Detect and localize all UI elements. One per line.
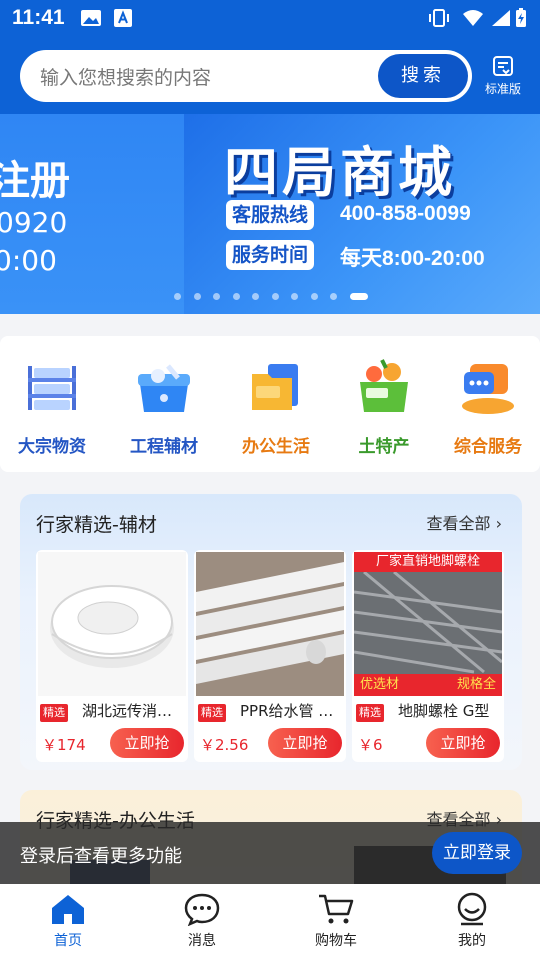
carousel-dot[interactable]	[271, 293, 279, 300]
hours-label: 服务时间	[226, 240, 315, 270]
category-label: 土特产	[358, 437, 410, 457]
banner-brand: 四局商城	[224, 141, 456, 204]
category-label: 大宗物资	[18, 437, 86, 457]
signal-icon	[492, 10, 510, 26]
banner-prev-slide: 注册 0920 0:00	[0, 114, 184, 314]
carousel-dot[interactable]	[349, 293, 368, 300]
nav-item-profile[interactable]: 我的	[432, 892, 512, 950]
view-all-link[interactable]: 查看全部 ›	[426, 510, 502, 534]
chevron-right-icon: ›	[495, 514, 502, 533]
hotline-label: 客服热线	[226, 200, 315, 230]
product-price: ￥174	[42, 736, 86, 754]
product-price: ￥6	[358, 736, 383, 754]
hotline-value: 400-858-0099	[340, 202, 471, 225]
search-bar[interactable]: 输入您想搜索的内容 搜索	[20, 50, 472, 102]
carousel-dot[interactable]	[310, 293, 318, 300]
product-name: 地脚螺栓 G型	[398, 702, 490, 720]
image-banner-bottom: 优选材 规格全	[354, 674, 502, 696]
category-label: 工程辅材	[130, 437, 198, 457]
product-image-anchor-bolt: 厂家直销地脚螺栓 优选材 规格全	[354, 552, 502, 696]
gallery-icon	[81, 10, 101, 26]
section-featured-materials: 行家精选-辅材 查看全部 › 精选 湖北远传消防水带 ￥174 立即抢 精选 P…	[20, 494, 522, 770]
carousel-dot[interactable]	[213, 293, 220, 300]
message-icon	[184, 893, 220, 926]
category-label: 综合服务	[454, 437, 522, 457]
carousel-dot[interactable]	[330, 293, 337, 300]
header: 输入您想搜索的内容 搜索 标准版	[0, 36, 540, 114]
nav-label: 购物车	[315, 933, 357, 949]
standard-version-button[interactable]: 标准版	[480, 54, 526, 100]
login-prompt-message: 登录后查看更多功能	[20, 846, 182, 867]
toolbox-icon	[138, 364, 190, 412]
home-icon	[52, 895, 84, 924]
product-name: 湖北远传消防水带	[82, 702, 184, 720]
profile-icon	[457, 892, 487, 926]
cart-icon	[319, 894, 354, 924]
login-prompt-bar: 登录后查看更多功能 立即登录	[0, 822, 540, 884]
standard-version-label: 标准版	[484, 82, 521, 96]
section-title: 行家精选-辅材	[36, 514, 157, 536]
featured-tag: 精选	[356, 704, 384, 722]
nav-label: 我的	[458, 933, 486, 949]
nav-item-home[interactable]: 首页	[28, 892, 108, 950]
banner-carousel[interactable]: 注册 0920 0:00 四局商城 客服热线 400-858-0099 服务时间…	[0, 114, 540, 314]
buy-now-button[interactable]: 立即抢	[110, 728, 184, 758]
carousel-dot[interactable]	[232, 293, 240, 300]
vibrate-icon	[429, 9, 449, 27]
wifi-icon	[463, 10, 483, 26]
nav-label: 消息	[188, 933, 216, 949]
product-card[interactable]: 精选 PPR给水管 白色 ￥2.56 立即抢	[194, 550, 346, 762]
product-card[interactable]: 精选 湖北远传消防水带 ￥174 立即抢	[36, 550, 188, 762]
nav-item-cart[interactable]: 购物车	[296, 892, 376, 950]
featured-tag: 精选	[198, 704, 226, 722]
category-row: 大宗物资 工程辅材 办公生活 土特产 综合服务	[0, 336, 540, 472]
category-comprehensive-services[interactable]: 综合服务	[436, 356, 540, 457]
carousel-dot[interactable]	[193, 293, 201, 300]
image-banner-left: 优选材	[360, 677, 400, 692]
product-card[interactable]: 厂家直销地脚螺栓 优选材 规格全 精选 地脚螺栓 G型 ￥6 立即抢	[352, 550, 504, 762]
bolts-graphic	[354, 572, 502, 674]
bottom-nav: 首页 消息 购物车 我的	[0, 884, 540, 960]
category-label: 办公生活	[242, 437, 310, 457]
banner-left-line2: 0:00	[0, 244, 57, 277]
category-local-specialties[interactable]: 土特产	[332, 356, 436, 457]
login-now-button[interactable]: 立即登录	[432, 832, 522, 874]
banner-slide: 四局商城 客服热线 400-858-0099 服务时间 每天8:00-20:00	[184, 114, 540, 314]
nav-item-messages[interactable]: 消息	[162, 892, 242, 950]
banner-left-title: 注册	[0, 158, 70, 204]
featured-tag: 精选	[40, 704, 68, 722]
search-button[interactable]: 搜索	[378, 54, 468, 98]
product-image-ppr-pipe	[196, 552, 344, 696]
product-price: ￥2.56	[200, 736, 249, 754]
product-image-fire-hose	[38, 552, 186, 696]
status-time: 11:41	[12, 6, 65, 29]
product-name: PPR给水管 白色	[240, 702, 342, 720]
carousel-dot[interactable]	[291, 293, 298, 300]
carousel-dot[interactable]	[252, 293, 259, 300]
category-office-life[interactable]: 办公生活	[224, 356, 328, 457]
standard-version-icon	[493, 56, 513, 76]
warehouse-icon	[28, 366, 76, 410]
hours-value: 每天8:00-20:00	[340, 247, 485, 270]
banner-left-line1: 0920	[0, 206, 68, 239]
buy-now-button[interactable]: 立即抢	[268, 728, 342, 758]
basket-icon	[360, 359, 408, 412]
status-bar: 11:41	[0, 0, 540, 36]
category-engineering-materials[interactable]: 工程辅材	[112, 356, 216, 457]
nav-label: 首页	[54, 933, 82, 949]
category-bulk-materials[interactable]: 大宗物资	[0, 356, 104, 457]
folder-icon	[252, 364, 298, 410]
font-icon	[114, 9, 132, 27]
search-input[interactable]: 输入您想搜索的内容	[40, 63, 211, 90]
image-banner-right: 规格全	[456, 677, 496, 692]
view-all-label: 查看全部	[426, 514, 491, 533]
buy-now-button[interactable]: 立即抢	[426, 728, 500, 758]
carousel-dot[interactable]	[174, 293, 181, 300]
chat-service-icon	[462, 364, 514, 414]
battery-icon	[516, 8, 526, 27]
image-banner-top: 厂家直销地脚螺栓	[354, 552, 502, 572]
